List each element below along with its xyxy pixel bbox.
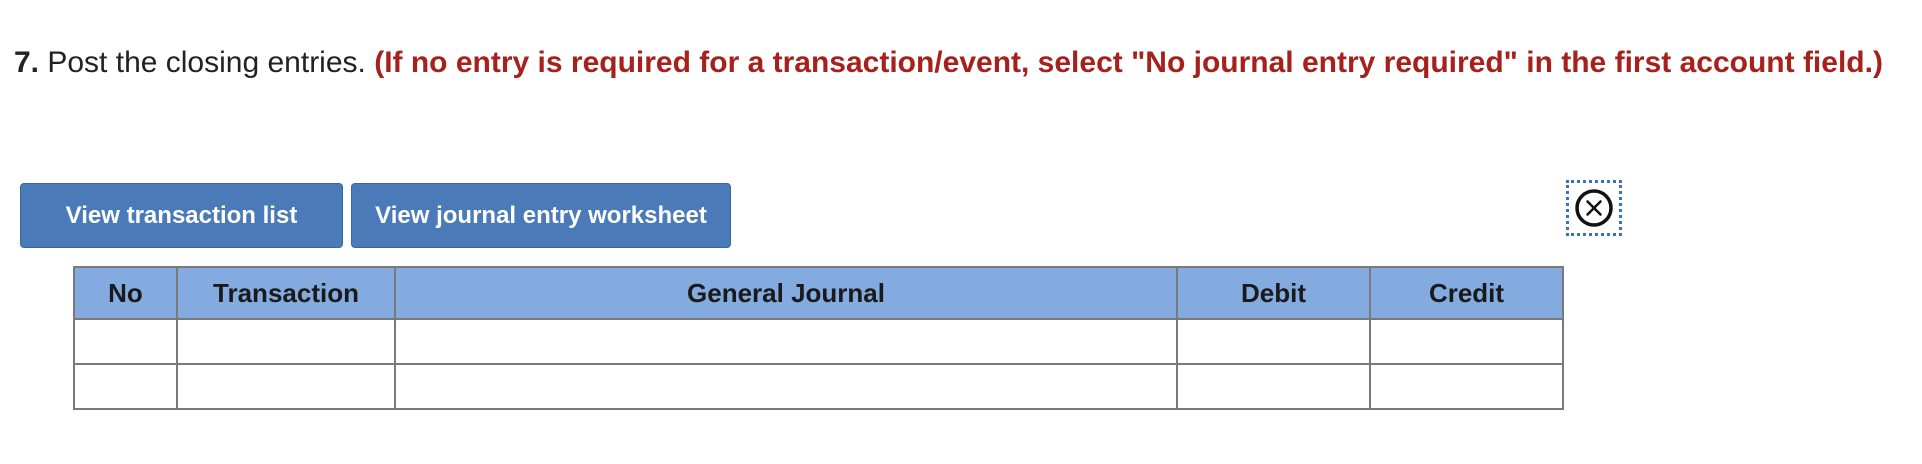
cell-general-journal: [394, 318, 1178, 365]
cell-debit: [1176, 318, 1371, 365]
column-header-no: No: [73, 266, 178, 320]
cell-credit: [1369, 363, 1564, 410]
table-header-row: No Transaction General Journal Debit Cre…: [73, 266, 1564, 320]
column-header-credit: Credit: [1369, 266, 1564, 320]
journal-table: No Transaction General Journal Debit Cre…: [73, 266, 1564, 410]
column-header-general-journal: General Journal: [394, 266, 1178, 320]
cell-transaction: [176, 363, 396, 410]
question-number: 7.: [14, 46, 40, 79]
cell-general-journal: [394, 363, 1178, 410]
column-header-debit: Debit: [1176, 266, 1371, 320]
cell-debit: [1176, 363, 1371, 410]
table-row: [73, 363, 1564, 410]
view-journal-entry-worksheet-button[interactable]: View journal entry worksheet: [351, 183, 731, 248]
cell-no: [73, 363, 178, 410]
table-row: [73, 318, 1564, 365]
cell-no: [73, 318, 178, 365]
column-header-transaction: Transaction: [176, 266, 396, 320]
question-text: 7. Post the closing entries. (If no entr…: [14, 44, 1884, 82]
view-transaction-list-button[interactable]: View transaction list: [20, 183, 343, 248]
close-button[interactable]: [1566, 180, 1622, 236]
question-prompt: Post the closing entries.: [39, 46, 375, 79]
cell-transaction: [176, 318, 396, 365]
circle-x-icon: [1575, 189, 1613, 227]
cell-credit: [1369, 318, 1564, 365]
question-instruction: (If no entry is required for a transacti…: [374, 46, 1883, 79]
